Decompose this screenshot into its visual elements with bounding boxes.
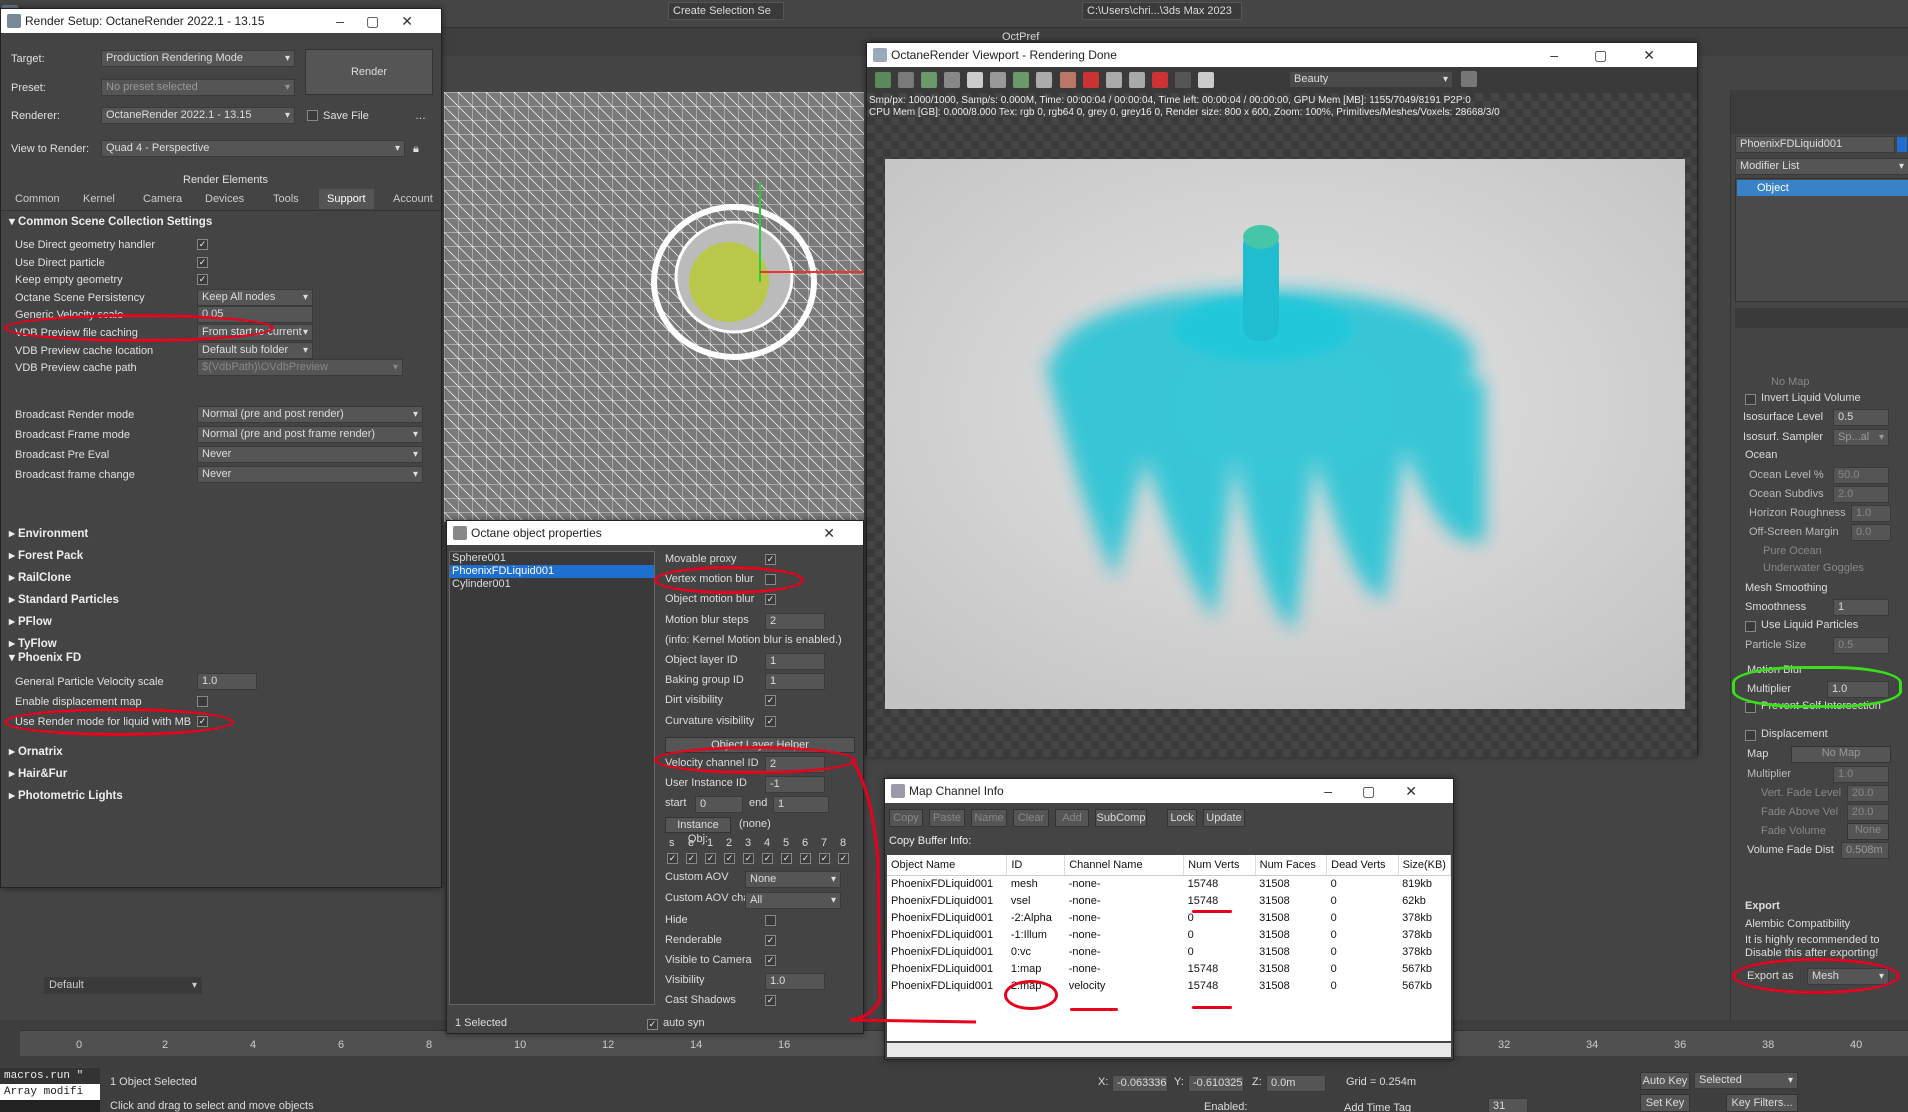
annotation-lines [849, 759, 977, 1024]
annotation-red-connector [849, 759, 977, 1024]
